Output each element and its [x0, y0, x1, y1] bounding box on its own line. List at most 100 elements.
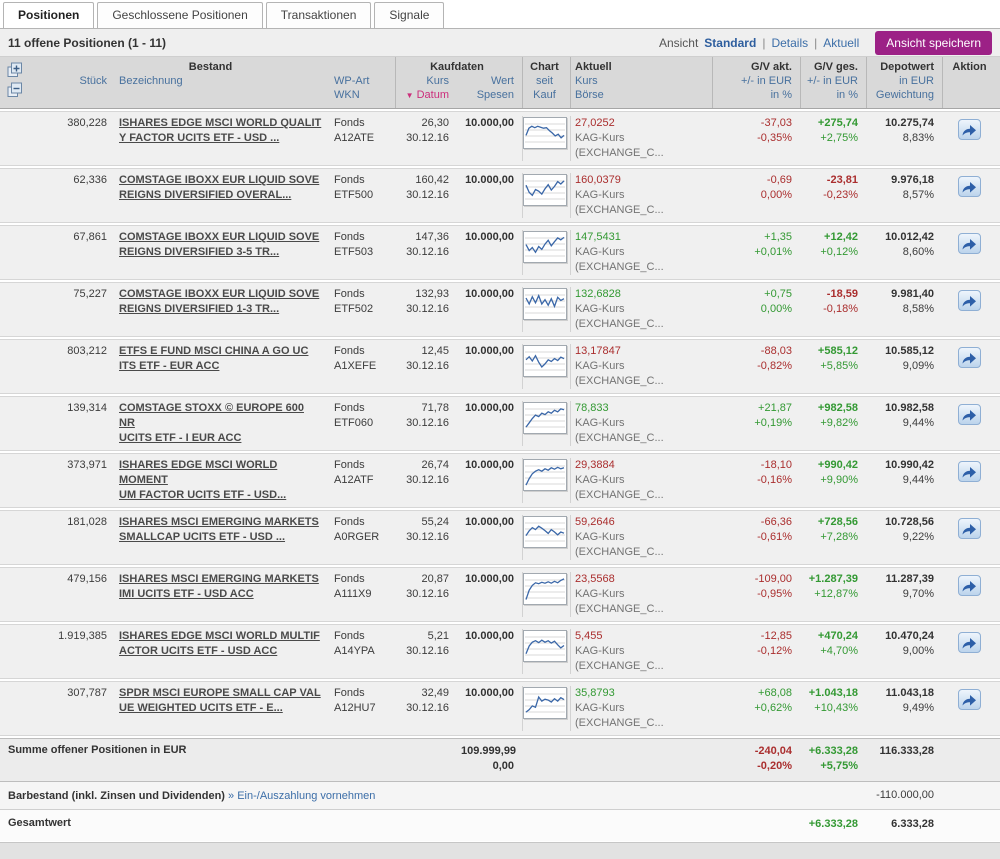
col-header-spesen[interactable]: Spesen [461, 88, 514, 102]
view-aktuell-link[interactable]: Aktuell [823, 36, 859, 50]
col-header-gv-akt-pct[interactable]: in % [717, 88, 792, 102]
sparkline-chart[interactable] [523, 516, 567, 548]
buy-value-cell: 10.000,00 [457, 230, 522, 275]
col-header-in-eur[interactable]: in EUR [871, 74, 934, 88]
position-name-link[interactable]: ETFS E FUND MSCI CHINA A GO UCITS ETF - … [119, 344, 322, 374]
col-header-gv-ges-pct[interactable]: in % [805, 88, 858, 102]
col-header-wert[interactable]: Wert [461, 74, 514, 88]
order-action-button[interactable] [958, 119, 981, 140]
col-header-stueck[interactable]: Stück [30, 74, 115, 108]
position-name-link[interactable]: SPDR MSCI EUROPE SMALL CAP VALUE WEIGHTE… [119, 686, 322, 716]
col-header-gv-akt-eur[interactable]: +/- in EUR [717, 74, 792, 88]
col-header-boerse[interactable]: Börse [575, 88, 704, 102]
sparkline-chart[interactable] [523, 630, 567, 662]
position-name-link[interactable]: ISHARES EDGE MSCI WORLD MOMENTUM FACTOR … [119, 458, 322, 503]
current-price: 5,455 [575, 629, 704, 644]
buy-value: 10.000,00 [461, 287, 514, 302]
depot-value: 10.990,42 [870, 458, 934, 473]
tab-signale[interactable]: Signale [374, 2, 444, 28]
tab-transaktionen[interactable]: Transaktionen [266, 2, 372, 28]
sparkline-chart[interactable] [523, 402, 567, 434]
order-action-button[interactable] [958, 347, 981, 368]
position-name-link[interactable]: ISHARES MSCI EMERGING MARKETSIMI UCITS E… [119, 572, 322, 602]
sparkline-chart[interactable] [523, 231, 567, 263]
action-cell [942, 515, 1000, 560]
deposit-withdraw-link[interactable]: Ein-/Auszahlung vornehmen [237, 790, 375, 802]
order-action-button[interactable] [958, 461, 981, 482]
buy-price: 71,78 [399, 401, 449, 416]
buy-value: 10.000,00 [461, 116, 514, 131]
buy-price-date-cell: 26,74 30.12.16 [395, 458, 457, 503]
position-name-link[interactable]: COMSTAGE IBOXX EUR LIQUID SOVEREIGNS DIV… [119, 230, 322, 260]
order-action-button[interactable] [958, 632, 981, 653]
order-action-button[interactable] [958, 233, 981, 254]
total-row: Gesamtwert +6.333,28 6.333,28 [0, 810, 1000, 841]
sparkline-chart[interactable] [523, 117, 567, 149]
col-header-kurs-aktuell[interactable]: Kurs [575, 74, 704, 88]
exchange: KAG-Kurs (EXCHANGE_C... [575, 416, 704, 446]
sort-desc-icon[interactable]: ▼ [406, 91, 414, 100]
shares-count: 803,212 [30, 344, 115, 389]
buy-date: 30.12.16 [399, 131, 449, 146]
gv-akt-cell: -0,69 0,00% [712, 173, 800, 218]
action-cell [942, 116, 1000, 161]
sparkline-chart[interactable] [523, 288, 567, 320]
forward-arrow-icon [961, 636, 977, 650]
position-name-link[interactable]: ISHARES EDGE MSCI WORLD QUALITY FACTOR U… [119, 116, 322, 146]
view-details-link[interactable]: Details [771, 36, 808, 50]
position-name-link[interactable]: ISHARES MSCI EMERGING MARKETSSMALLCAP UC… [119, 515, 322, 545]
wp-art: Fonds [334, 344, 387, 359]
cash-value: -110.000,00 [866, 788, 942, 803]
order-action-button[interactable] [958, 518, 981, 539]
view-divider: | [814, 36, 817, 50]
tab-geschlossene-positionen[interactable]: Geschlossene Positionen [97, 2, 262, 28]
col-header-aktion-empty [942, 74, 1000, 108]
sparkline-chart[interactable] [523, 174, 567, 206]
col-header-gewichtung[interactable]: Gewichtung [871, 88, 934, 102]
gv-ges-cell: +12,42 +0,12% [800, 230, 866, 275]
table-row: 62,336 COMSTAGE IBOXX EUR LIQUID SOVEREI… [0, 168, 1000, 223]
buy-date: 30.12.16 [399, 530, 449, 545]
table-header: Bestand Kaufdaten Chart Aktuell G/V akt.… [0, 57, 1000, 109]
col-header-datum[interactable]: ▼ Datum [400, 88, 449, 103]
tab-positionen[interactable]: Positionen [3, 2, 94, 28]
gv-akt-eur: +68,08 [716, 686, 792, 701]
sparkline-chart[interactable] [523, 573, 567, 605]
position-name-link[interactable]: COMSTAGE IBOXX EUR LIQUID SOVEREIGNS DIV… [119, 287, 322, 317]
wkn: A0RGER [334, 530, 387, 545]
wkn: A12ATE [334, 131, 387, 146]
col-header-kurs[interactable]: Kurs [400, 74, 449, 88]
sparkline-chart[interactable] [523, 687, 567, 719]
wpart-wkn-cell: Fonds ETF500 [330, 173, 395, 218]
position-name-link[interactable]: COMSTAGE STOXX © EUROPE 600 NRUCITS ETF … [119, 401, 322, 446]
collapse-all-icon[interactable] [7, 82, 23, 98]
gv-ges-eur: -18,59 [804, 287, 858, 302]
gv-ges-eur: +728,56 [804, 515, 858, 530]
expand-all-icon[interactable] [7, 62, 23, 78]
wpart-wkn-cell: Fonds A111X9 [330, 572, 395, 617]
sparkline-chart[interactable] [523, 345, 567, 377]
order-action-button[interactable] [958, 689, 981, 710]
order-action-button[interactable] [958, 176, 981, 197]
gv-akt-cell: -18,10 -0,16% [712, 458, 800, 503]
gv-akt-pct: +0,62% [716, 701, 792, 716]
order-action-button[interactable] [958, 290, 981, 311]
position-name-link[interactable]: ISHARES EDGE MSCI WORLD MULTIFACTOR UCIT… [119, 629, 322, 659]
col-header-wpart[interactable]: WP-Art [334, 74, 387, 88]
order-action-button[interactable] [958, 575, 981, 596]
depot-value-cell: 10.585,12 9,09% [866, 344, 942, 389]
exchange: KAG-Kurs (EXCHANGE_C... [575, 530, 704, 560]
col-header-wkn[interactable]: WKN [334, 88, 387, 102]
buy-price: 26,74 [399, 458, 449, 473]
col-header-gv-ges-eur[interactable]: +/- in EUR [805, 74, 858, 88]
gv-ges-eur: +1.043,18 [804, 686, 858, 701]
col-header-bezeichnung[interactable]: Bezeichnung [115, 74, 330, 108]
position-name-link[interactable]: COMSTAGE IBOXX EUR LIQUID SOVEREIGNS DIV… [119, 173, 322, 203]
position-name-cell: COMSTAGE IBOXX EUR LIQUID SOVEREIGNS DIV… [115, 173, 330, 218]
sparkline-chart[interactable] [523, 459, 567, 491]
wp-art: Fonds [334, 401, 387, 416]
save-view-button[interactable]: Ansicht speichern [875, 31, 992, 55]
order-action-button[interactable] [958, 404, 981, 425]
view-standard-link[interactable]: Standard [704, 36, 756, 50]
wpart-wkn-cell: Fonds A12HU7 [330, 686, 395, 731]
